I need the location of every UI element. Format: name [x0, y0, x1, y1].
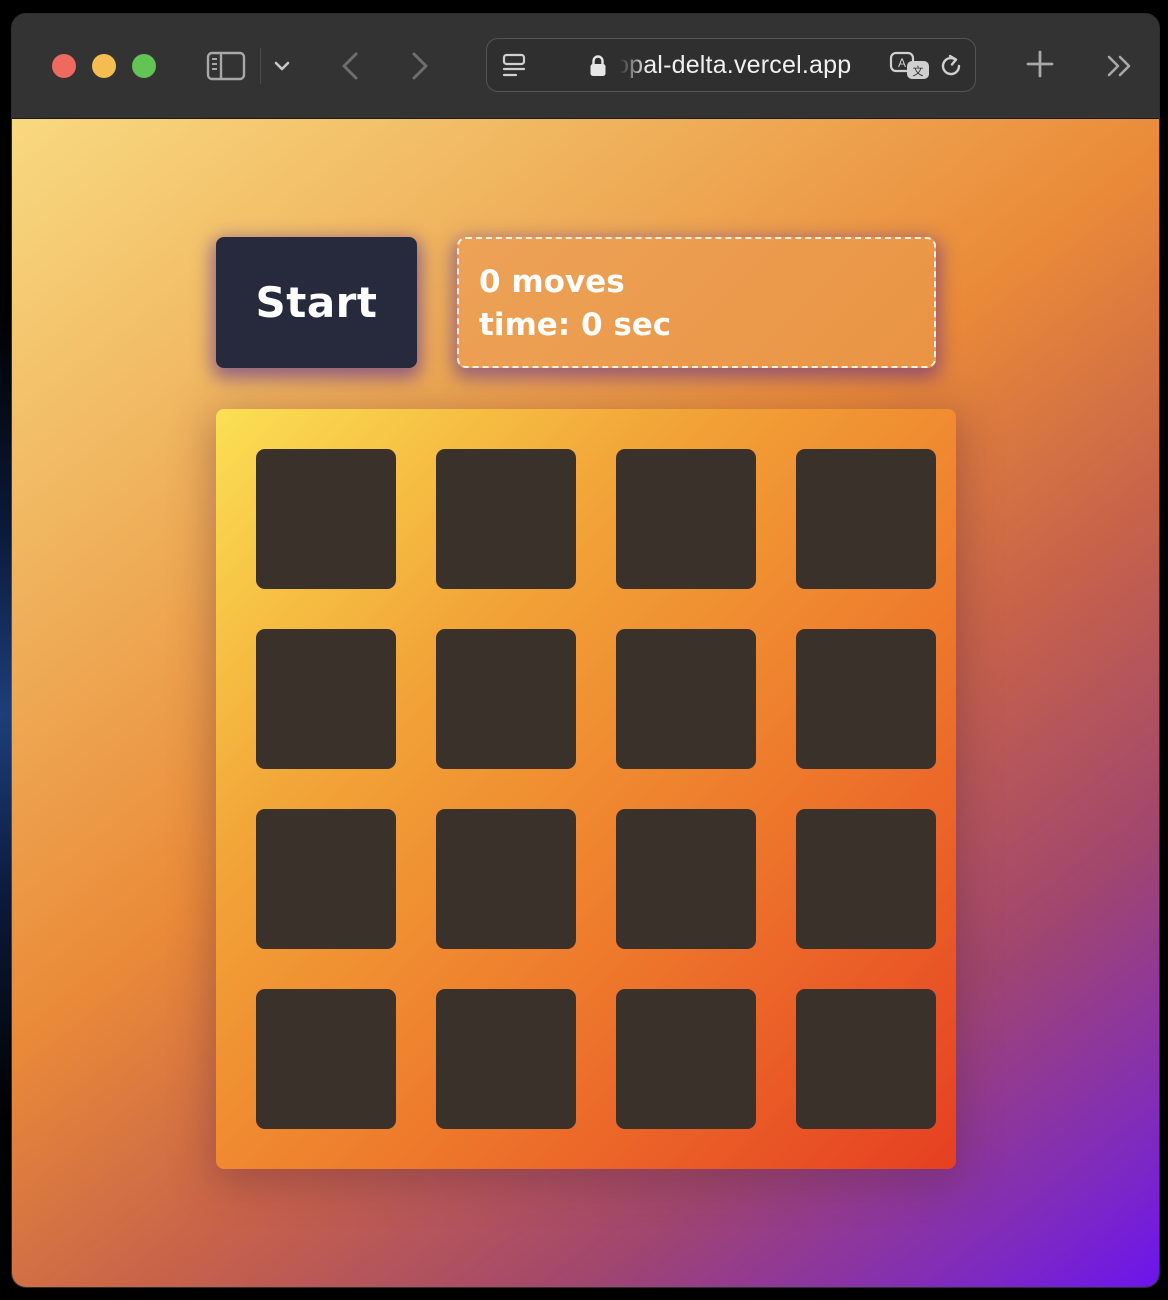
card[interactable] — [616, 989, 756, 1129]
zoom-window-button[interactable] — [132, 54, 156, 78]
toolbar-divider — [260, 48, 261, 84]
card[interactable] — [436, 629, 576, 769]
url-text[interactable]: opal-delta.vercel.app — [615, 51, 851, 80]
browser-toolbar: opal-delta.vercel.app A 文 — [12, 14, 1159, 119]
card[interactable] — [796, 989, 936, 1129]
card[interactable] — [796, 449, 936, 589]
moves-counter: 0 moves — [479, 264, 625, 300]
url-fade — [613, 45, 647, 85]
card[interactable] — [796, 629, 936, 769]
chevron-left-icon[interactable] — [334, 48, 366, 84]
sidebar-icon[interactable] — [206, 50, 246, 82]
card[interactable] — [256, 629, 396, 769]
card[interactable] — [256, 449, 396, 589]
card[interactable] — [796, 809, 936, 949]
card[interactable] — [436, 809, 576, 949]
chevron-right-icon[interactable] — [404, 48, 436, 84]
page-viewport: Start 0 moves time: 0 sec — [12, 119, 1159, 1287]
timer: time: 0 sec — [479, 307, 672, 343]
plus-icon[interactable] — [1022, 46, 1058, 82]
svg-text:文: 文 — [913, 64, 924, 78]
close-window-button[interactable] — [52, 54, 76, 78]
game-board — [216, 409, 956, 1169]
address-bar[interactable]: opal-delta.vercel.app A 文 — [486, 38, 976, 92]
card[interactable] — [616, 629, 756, 769]
stats-panel: 0 moves time: 0 sec — [457, 237, 936, 368]
browser-window: opal-delta.vercel.app A 文 Start 0 moves … — [12, 14, 1159, 1287]
translate-icon[interactable]: A 文 — [889, 51, 931, 81]
card[interactable] — [436, 989, 576, 1129]
card[interactable] — [436, 449, 576, 589]
card[interactable] — [256, 809, 396, 949]
lock-icon — [589, 54, 607, 78]
reload-icon[interactable] — [937, 52, 965, 80]
card[interactable] — [616, 449, 756, 589]
card[interactable] — [616, 809, 756, 949]
minimize-window-button[interactable] — [92, 54, 116, 78]
double-chevron-right-icon[interactable] — [1102, 50, 1138, 82]
svg-text:A: A — [898, 56, 906, 70]
reader-icon[interactable] — [501, 53, 529, 79]
start-button[interactable]: Start — [216, 237, 417, 368]
card[interactable] — [256, 989, 396, 1129]
chevron-down-icon[interactable] — [270, 54, 294, 78]
